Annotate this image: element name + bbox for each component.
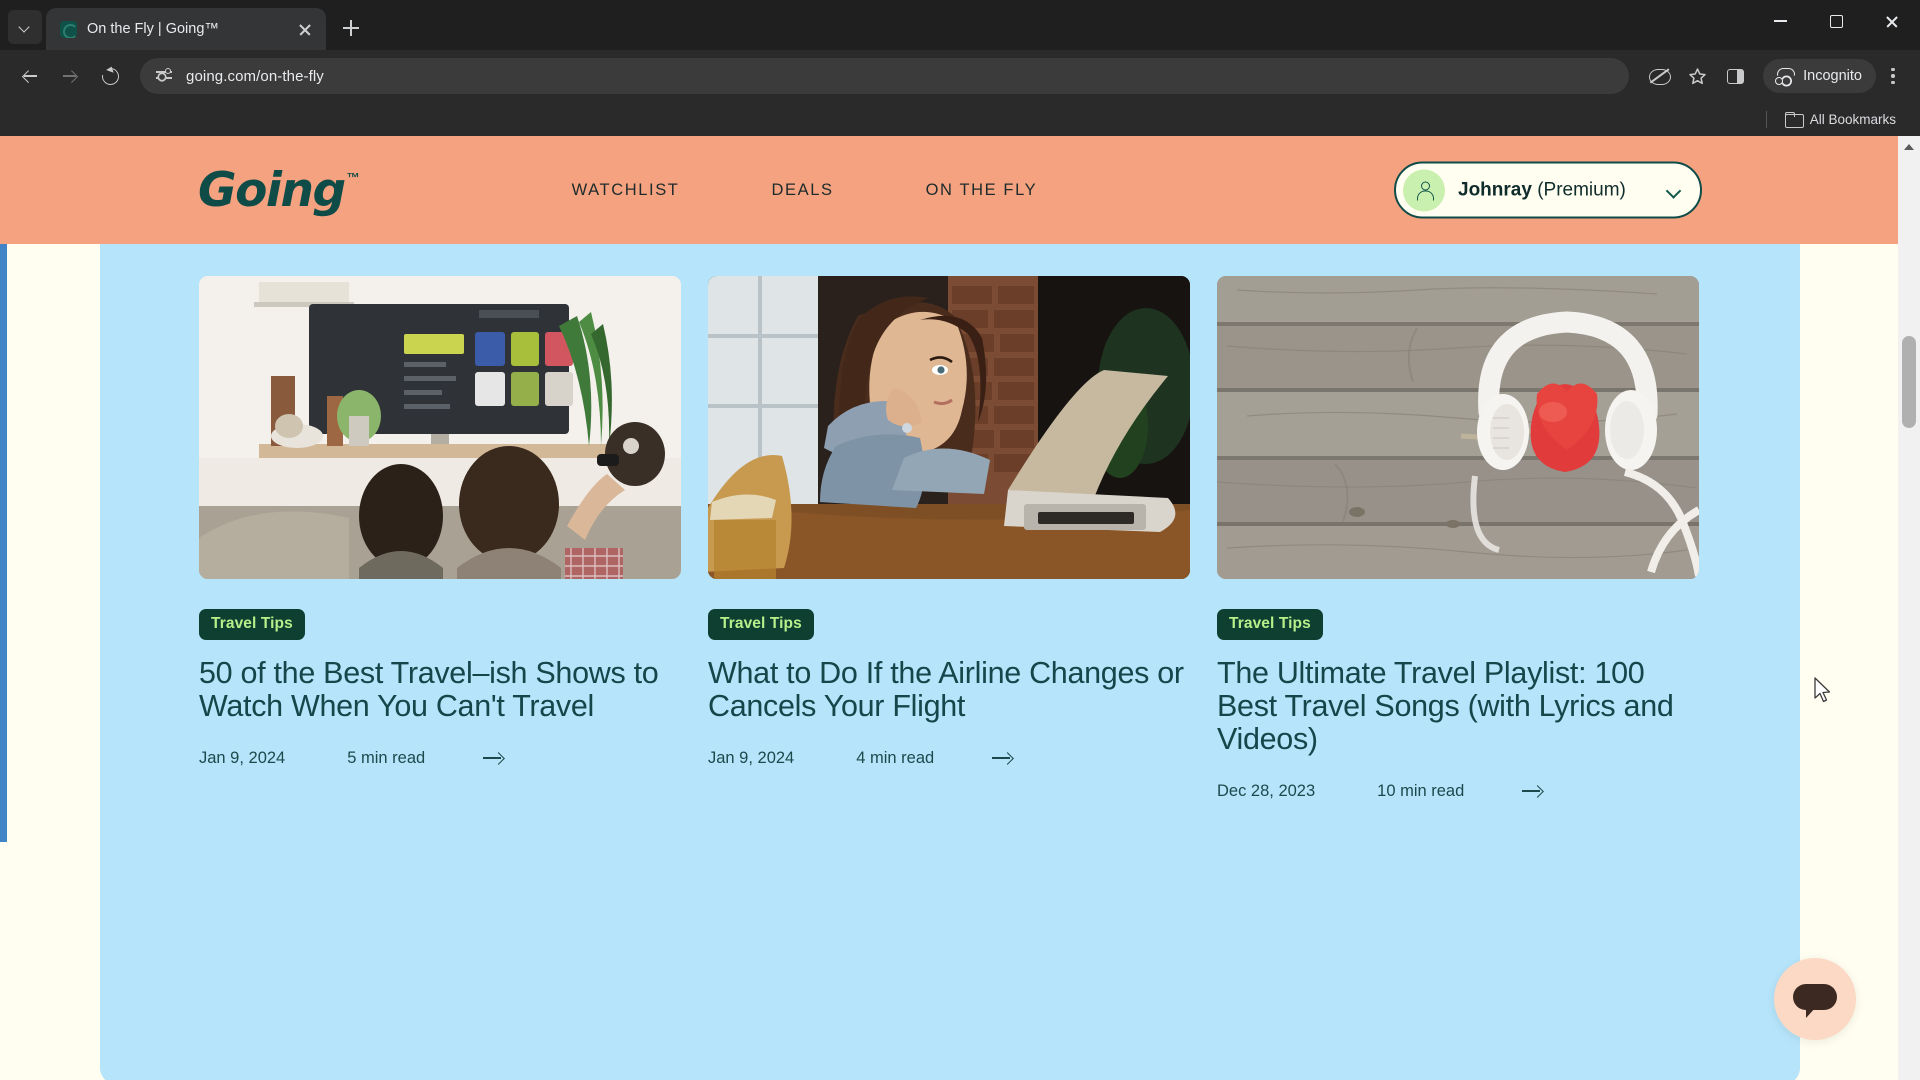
forward-arrow-icon	[61, 67, 79, 85]
article-date: Jan 9, 2024	[199, 748, 286, 767]
address-bar[interactable]: going.com/on-the-fly	[140, 58, 1630, 94]
arrow-right-icon[interactable]	[1522, 784, 1542, 798]
article-card[interactable]: Travel Tips The Ultimate Travel Playlist…	[1217, 276, 1699, 801]
divider	[1765, 110, 1767, 128]
all-bookmarks-button[interactable]: All Bookmarks	[1779, 109, 1902, 130]
url-text: going.com/on-the-fly	[186, 67, 324, 85]
browser-window: On the Fly | Going™ going.com/on-the-fly	[0, 0, 1920, 1080]
page-left-accent-bar	[0, 244, 7, 842]
article-read-time: 4 min read	[856, 748, 935, 767]
chat-widget-button[interactable]	[1774, 958, 1856, 1040]
article-card[interactable]: Travel Tips 50 of the Best Travel–ish Sh…	[199, 276, 681, 801]
folder-icon	[1784, 112, 1804, 128]
close-tab-icon[interactable]	[294, 18, 316, 40]
arrow-right-icon[interactable]	[483, 751, 503, 765]
browser-toolbar: going.com/on-the-fly Incognito	[0, 50, 1920, 102]
account-plan: (Premium)	[1537, 179, 1626, 200]
article-image-two-people-watching-tv	[199, 276, 681, 579]
browser-menu-button[interactable]	[1878, 58, 1908, 94]
article-meta: Dec 28, 2023 10 min read	[1217, 782, 1699, 801]
side-panel-button[interactable]	[1717, 58, 1753, 94]
tracking-protection-button[interactable]	[1641, 58, 1677, 94]
scroll-up-button[interactable]	[1898, 136, 1920, 158]
browser-tab[interactable]: On the Fly | Going™	[46, 8, 326, 50]
back-arrow-icon	[21, 67, 39, 85]
article-category-badge: Travel Tips	[1217, 609, 1323, 640]
article-meta: Jan 9, 2024 5 min read	[199, 749, 681, 768]
site-settings-icon[interactable]	[154, 66, 174, 86]
going-logo[interactable]: Going ™	[198, 167, 360, 214]
article-title: 50 of the Best Travel–ish Shows to Watch…	[199, 656, 659, 723]
incognito-label: Incognito	[1803, 68, 1862, 84]
article-title: What to Do If the Airline Changes or Can…	[708, 656, 1184, 723]
forward-button[interactable]	[52, 58, 88, 94]
article-image-headphones-with-red-heart-on-wood	[1217, 276, 1699, 579]
back-button[interactable]	[12, 58, 48, 94]
message-bubble-icon	[1793, 984, 1837, 1018]
reload-button[interactable]	[92, 58, 128, 94]
article-read-time: 10 min read	[1377, 781, 1465, 800]
dot	[1891, 74, 1895, 78]
mouse-cursor	[1814, 677, 1831, 703]
maximize-button[interactable]	[1808, 0, 1864, 42]
account-label: Johnray (Premium)	[1458, 179, 1626, 201]
logo-trademark: ™	[346, 169, 360, 185]
article-title: The Ultimate Travel Playlist: 100 Best T…	[1217, 656, 1674, 756]
article-card[interactable]: Travel Tips What to Do If the Airline Ch…	[708, 276, 1190, 801]
tab-strip: On the Fly | Going™	[0, 0, 1920, 50]
account-menu-button[interactable]: Johnray (Premium)	[1394, 161, 1702, 219]
scrollbar-thumb[interactable]	[1902, 336, 1916, 428]
main-navigation: WATCHLIST DEALS ON THE FLY	[572, 181, 1038, 200]
page-scrollbar[interactable]	[1898, 136, 1920, 1080]
account-name: Johnray	[1458, 179, 1532, 200]
star-icon	[1688, 67, 1706, 84]
toolbar-actions: Incognito	[1641, 58, 1908, 94]
chevron-down-icon	[1666, 183, 1680, 197]
article-date: Jan 9, 2024	[708, 748, 795, 767]
person-icon	[1416, 181, 1434, 200]
tab-title: On the Fly | Going™	[87, 21, 219, 37]
article-category-badge: Travel Tips	[199, 609, 305, 640]
nav-item-on-the-fly[interactable]: ON THE FLY	[926, 181, 1038, 200]
side-panel-icon	[1726, 68, 1744, 84]
site-header: Going ™ WATCHLIST DEALS ON THE FLY Johnr…	[0, 136, 1898, 244]
page-viewport: Travel Tips 50 of the Best Travel–ish Sh…	[0, 136, 1920, 1080]
incognito-icon	[1774, 67, 1795, 85]
dot	[1891, 80, 1895, 85]
nav-item-watchlist[interactable]: WATCHLIST	[572, 181, 680, 200]
article-image-frustrated-woman-at-laptop	[708, 276, 1190, 579]
article-category-badge: Travel Tips	[708, 609, 814, 640]
bookmark-button[interactable]	[1679, 58, 1715, 94]
article-date: Dec 28, 2023	[1217, 781, 1316, 800]
article-meta: Jan 9, 2024 4 min read	[708, 749, 1190, 768]
tab-search-button[interactable]	[8, 10, 42, 44]
nav-item-deals[interactable]: DEALS	[772, 181, 834, 200]
incognito-profile-button[interactable]: Incognito	[1763, 59, 1876, 93]
arrow-right-icon[interactable]	[992, 751, 1012, 765]
minimize-button[interactable]	[1752, 0, 1808, 42]
avatar	[1403, 169, 1445, 211]
close-window-button[interactable]	[1864, 0, 1920, 42]
logo-text: Going	[198, 162, 346, 218]
window-controls	[1752, 0, 1920, 50]
bookmarks-bar: All Bookmarks	[0, 102, 1920, 136]
going-favicon-icon	[60, 20, 77, 38]
chevron-down-icon	[20, 22, 30, 32]
article-card-grid: Travel Tips 50 of the Best Travel–ish Sh…	[100, 276, 1800, 801]
dot	[1891, 67, 1895, 72]
reload-icon	[98, 64, 122, 88]
all-bookmarks-label: All Bookmarks	[1809, 111, 1896, 127]
new-tab-button[interactable]	[334, 11, 368, 45]
eye-off-icon	[1649, 69, 1672, 85]
article-read-time: 5 min read	[347, 748, 426, 767]
